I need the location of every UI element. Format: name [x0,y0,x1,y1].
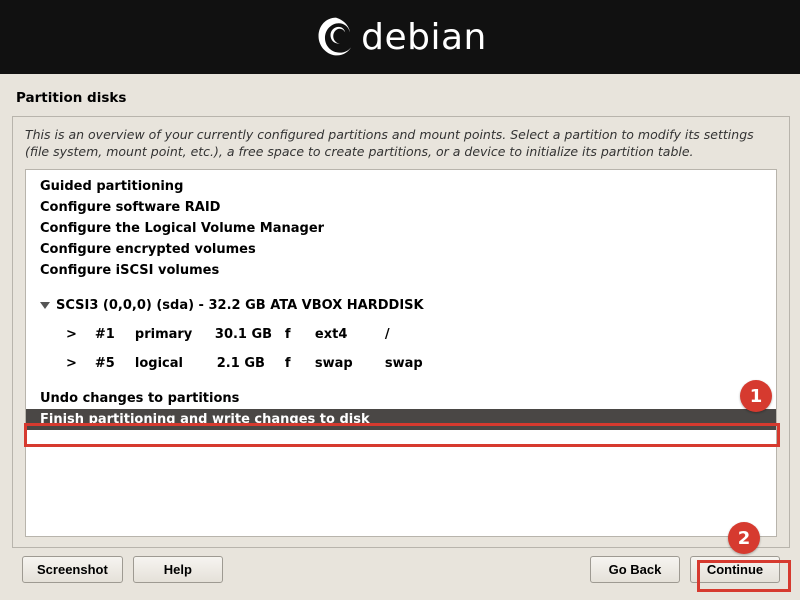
instructions-text: This is an overview of your currently co… [25,127,777,161]
debian-swirl-icon [313,14,359,60]
item-finish[interactable]: Finish partitioning and write changes to… [26,409,776,430]
item-iscsi[interactable]: Configure iSCSI volumes [26,260,776,281]
item-encrypted[interactable]: Configure encrypted volumes [26,239,776,260]
section-title: Partition disks [16,90,786,106]
chevron-down-icon [40,302,50,309]
annotation-callout-1: 1 [740,380,772,412]
help-button[interactable]: Help [133,556,223,583]
spacer [26,281,776,295]
content-area: Partition disks This is an overview of y… [0,74,800,595]
disk-header-text: SCSI3 (0,0,0) (sda) - 32.2 GB ATA VBOX H… [56,298,424,313]
item-partition-1[interactable]: >#1primary30.1 GBfext4/ [26,324,776,345]
spacer [26,316,776,324]
item-raid[interactable]: Configure software RAID [26,197,776,218]
partition-arrow-icon: > [66,327,77,342]
screenshot-button[interactable]: Screenshot [22,556,123,583]
item-partition-5[interactable]: >#5logical2.1 GBfswapswap [26,353,776,374]
spacer [26,345,776,353]
button-row: Screenshot Help Go Back Continue [12,548,790,583]
annotation-callout-2: 2 [728,522,760,554]
banner: debian [0,0,800,74]
item-lvm[interactable]: Configure the Logical Volume Manager [26,218,776,239]
go-back-button[interactable]: Go Back [590,556,680,583]
partition-listbox[interactable]: Guided partitioning Configure software R… [25,169,777,537]
item-disk-header[interactable]: SCSI3 (0,0,0) (sda) - 32.2 GB ATA VBOX H… [26,295,776,316]
item-guided[interactable]: Guided partitioning [26,176,776,197]
continue-button[interactable]: Continue [690,556,780,583]
spacer [26,374,776,388]
brand-name: debian [361,17,487,58]
panel: This is an overview of your currently co… [12,116,790,548]
partition-arrow-icon: > [66,356,77,371]
item-undo[interactable]: Undo changes to partitions [26,388,776,409]
